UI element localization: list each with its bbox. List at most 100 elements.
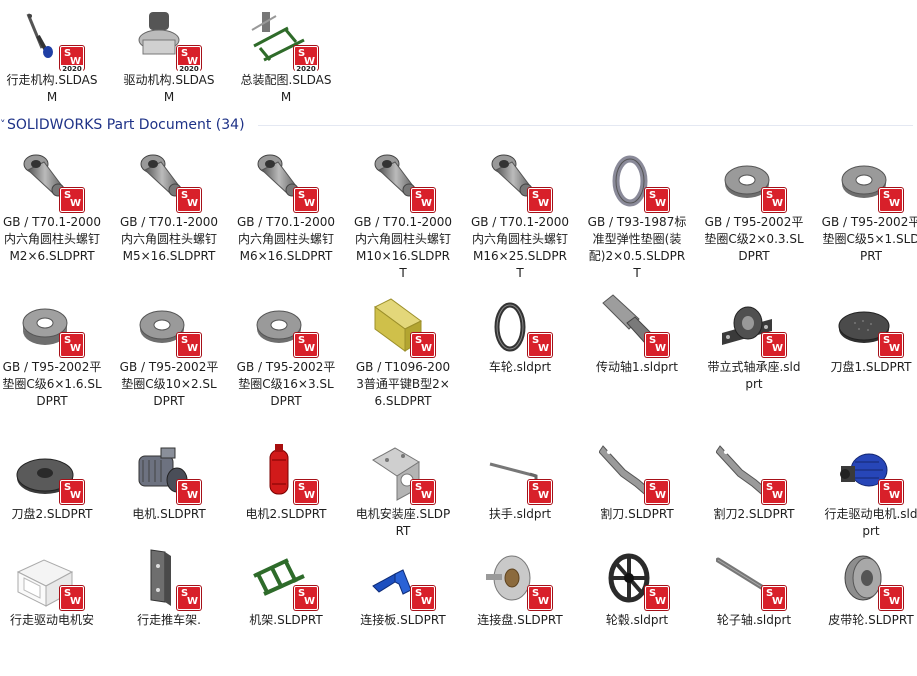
blade-disc-thumbnail-icon xyxy=(14,440,90,504)
part-item[interactable]: 机架.SLDPRT xyxy=(234,546,338,676)
part-filename: 电机.SLDPRT xyxy=(132,507,206,521)
bolt-thumbnail-icon xyxy=(482,148,558,212)
part-item[interactable]: 行走驱动电机安 xyxy=(0,546,104,676)
washer-thick-thumbnail-icon xyxy=(14,293,90,357)
part-item[interactable]: GB / T95-2002平垫圈C级5×1.SLDPRT xyxy=(819,148,917,278)
bolt-thumbnail-icon xyxy=(365,148,441,212)
part-item[interactable]: GB / T93-1987标准型弹性垫圈(装配)2×0.5.SLDPRT xyxy=(585,148,689,280)
part-filename: GB / T1096-2003普通平键B型2×6.SLDPRT xyxy=(355,360,451,408)
part-filename: GB / T70.1-2000内六角圆柱头螺钉M10×16.SLDPRT xyxy=(353,215,453,280)
part-filename: 电机安装座.SLDPRT xyxy=(355,507,451,538)
part-item[interactable]: GB / T95-2002平垫圈C级10×2.SLDPRT xyxy=(117,293,221,423)
part-filename: 轮子轴.sldprt xyxy=(716,613,792,627)
hub-thumbnail-icon xyxy=(599,546,675,610)
part-item[interactable]: GB / T70.1-2000内六角圆柱头螺钉M6×16.SLDPRT xyxy=(234,148,338,278)
solidworks-badge-icon xyxy=(762,188,786,212)
part-item[interactable]: 车轮.sldprt xyxy=(468,293,572,423)
part-filename: GB / T93-1987标准型弹性垫圈(装配)2×0.5.SLDPRT xyxy=(587,215,687,280)
part-item[interactable]: 轮毂.sldprt xyxy=(585,546,689,676)
solidworks-badge-icon xyxy=(177,188,201,212)
part-filename: 行走驱动电机安 xyxy=(9,613,94,627)
motor-thumbnail-icon xyxy=(131,440,207,504)
key-thumbnail-icon xyxy=(365,293,441,357)
bolt-thumbnail-icon xyxy=(248,148,324,212)
solidworks-badge-icon xyxy=(60,333,84,357)
part-item[interactable]: 传动轴1.sldprt xyxy=(585,293,689,423)
solidworks-badge-icon xyxy=(879,333,903,357)
part-filename: 割刀2.SLDPRT xyxy=(713,507,795,521)
solidworks-badge-icon xyxy=(177,586,201,610)
rack-thumbnail-icon xyxy=(248,546,324,610)
part-item[interactable]: GB / T70.1-2000内六角圆柱头螺钉M2×6.SLDPRT xyxy=(0,148,104,278)
part-filename: 皮带轮.SLDPRT xyxy=(828,613,914,627)
part-item[interactable]: GB / T1096-2003普通平键B型2×6.SLDPRT xyxy=(351,293,455,423)
part-filename: 机架.SLDPRT xyxy=(249,613,323,627)
plate-thumbnail-icon xyxy=(131,546,207,610)
solidworks-badge-icon xyxy=(411,480,435,504)
motor-red-thumbnail-icon xyxy=(248,440,324,504)
part-item[interactable]: GB / T95-2002平垫圈C级2×0.3.SLDPRT xyxy=(702,148,806,278)
part-filename: 连接盘.SLDPRT xyxy=(477,613,563,627)
part-item[interactable]: 皮带轮.SLDPRT xyxy=(819,546,917,676)
shaft-thumbnail-icon xyxy=(599,293,675,357)
part-filename: 车轮.sldprt xyxy=(488,360,552,374)
solidworks-badge-icon: 2020 xyxy=(177,46,201,73)
group-header-part-documents[interactable]: ˅ SOLIDWORKS Part Document (34) xyxy=(0,114,913,136)
handle-thumbnail-icon xyxy=(482,440,558,504)
part-filename: 行走驱动电机.sldprt xyxy=(824,507,917,538)
part-filename: GB / T95-2002平垫圈C级6×1.6.SLDPRT xyxy=(2,360,102,408)
solidworks-badge-icon xyxy=(294,480,318,504)
bolt-thumbnail-icon xyxy=(14,148,90,212)
bracket-thumbnail-icon xyxy=(365,440,441,504)
disc-thumbnail-icon xyxy=(833,293,909,357)
solidworks-badge-icon xyxy=(879,586,903,610)
link-plate-thumbnail-icon xyxy=(365,546,441,610)
cutter-thumbnail-icon xyxy=(716,440,792,504)
drive-mechanism-thumbnail-icon: 2020 xyxy=(131,6,207,73)
group-divider xyxy=(258,125,913,126)
part-item[interactable]: GB / T95-2002平垫圈C级6×1.6.SLDPRT xyxy=(0,293,104,423)
assembly-item[interactable]: 2020总装配图.SLDASM xyxy=(234,6,338,136)
motor-blue-thumbnail-icon xyxy=(833,440,909,504)
solidworks-badge-icon xyxy=(294,333,318,357)
part-item[interactable]: 轮子轴.sldprt xyxy=(702,546,806,676)
part-item[interactable]: GB / T70.1-2000内六角圆柱头螺钉M10×16.SLDPRT xyxy=(351,148,455,280)
solidworks-badge-icon xyxy=(528,480,552,504)
part-item[interactable]: 连接盘.SLDPRT xyxy=(468,546,572,676)
spring-washer-thumbnail-icon xyxy=(599,148,675,212)
part-filename: 扶手.sldprt xyxy=(488,507,552,521)
part-item[interactable]: 刀盘1.SLDPRT xyxy=(819,293,917,423)
solidworks-badge-icon xyxy=(645,586,669,610)
cutter-thumbnail-icon xyxy=(599,440,675,504)
part-item[interactable]: GB / T70.1-2000内六角圆柱头螺钉M16×25.SLDPRT xyxy=(468,148,572,280)
ring-thumbnail-icon xyxy=(482,293,558,357)
pulley-disc-thumbnail-icon xyxy=(482,546,558,610)
bolt-thumbnail-icon xyxy=(131,148,207,212)
solidworks-badge-icon xyxy=(294,586,318,610)
solidworks-badge-icon xyxy=(762,586,786,610)
washer-thumbnail-icon xyxy=(248,293,324,357)
part-item[interactable]: 带立式轴承座.sldprt xyxy=(702,293,806,423)
part-filename: GB / T70.1-2000内六角圆柱头螺钉M5×16.SLDPRT xyxy=(119,215,219,263)
solidworks-badge-icon xyxy=(411,586,435,610)
solidworks-badge-icon xyxy=(177,333,201,357)
solidworks-badge-icon xyxy=(645,333,669,357)
chevron-down-icon[interactable]: ˅ xyxy=(0,117,6,133)
assembly-filename: 总装配图.SLDASM xyxy=(240,73,332,104)
solidworks-badge-icon xyxy=(60,480,84,504)
solidworks-badge-icon xyxy=(177,480,201,504)
part-item[interactable]: 连接板.SLDPRT xyxy=(351,546,455,676)
solidworks-badge-icon: 2020 xyxy=(60,46,84,73)
part-item[interactable]: 行走推车架. xyxy=(117,546,221,676)
solidworks-badge-icon xyxy=(645,188,669,212)
main-assembly-thumbnail-icon: 2020 xyxy=(248,6,324,73)
part-item[interactable]: GB / T70.1-2000内六角圆柱头螺钉M5×16.SLDPRT xyxy=(117,148,221,278)
solidworks-badge-icon xyxy=(411,188,435,212)
bearing-thumbnail-icon xyxy=(716,293,792,357)
part-filename: GB / T70.1-2000内六角圆柱头螺钉M6×16.SLDPRT xyxy=(236,215,336,263)
part-filename: GB / T70.1-2000内六角圆柱头螺钉M16×25.SLDPRT xyxy=(470,215,570,280)
walking-mechanism-thumbnail-icon: 2020 xyxy=(14,6,90,73)
solidworks-badge-icon xyxy=(60,188,84,212)
part-item[interactable]: GB / T95-2002平垫圈C级16×3.SLDPRT xyxy=(234,293,338,423)
group-title: SOLIDWORKS Part Document (34) xyxy=(7,117,245,133)
